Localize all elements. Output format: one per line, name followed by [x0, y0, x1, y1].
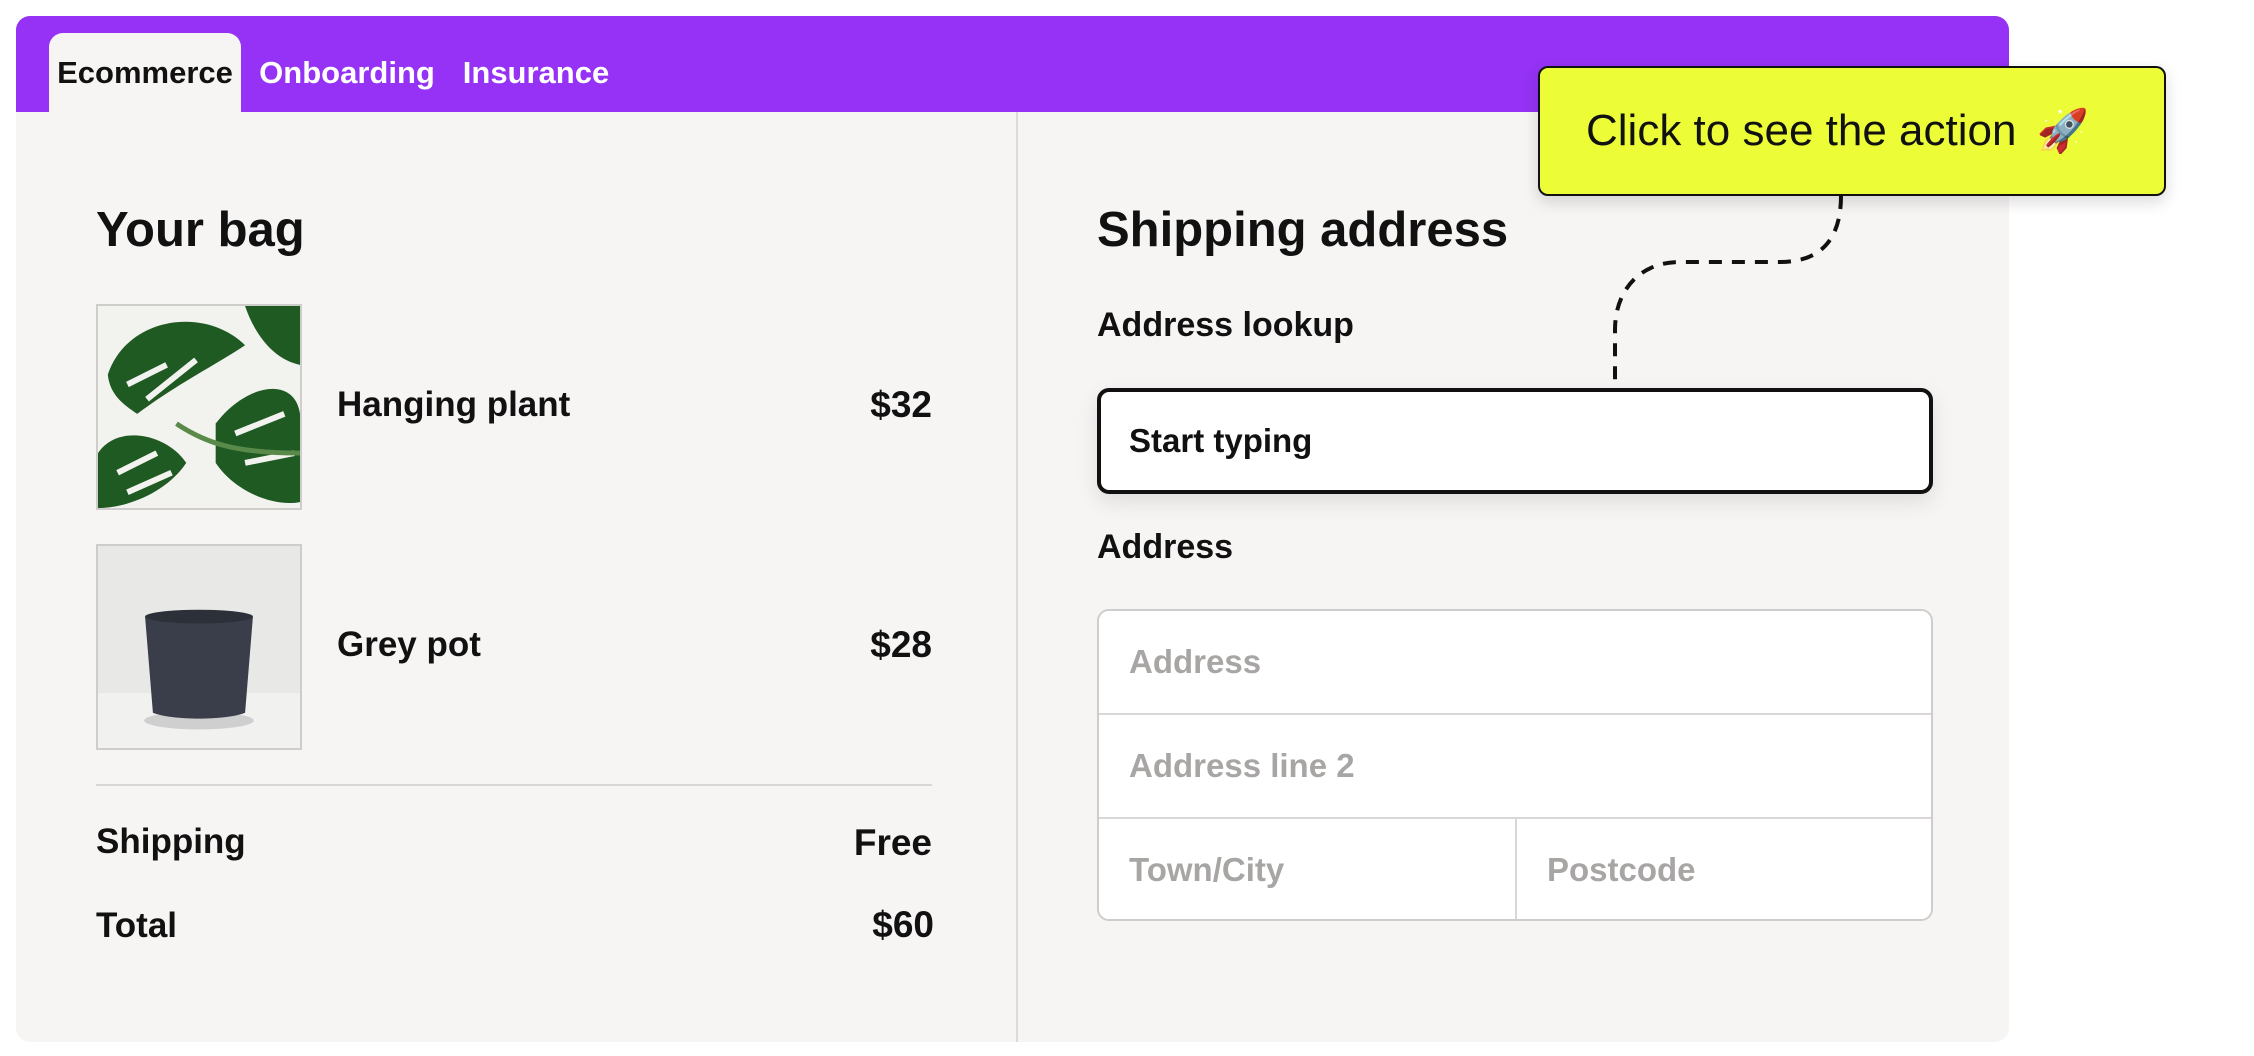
- pot-icon: [98, 546, 300, 748]
- bag-item-name: Hanging plant: [337, 385, 571, 424]
- rocket-icon: 🚀: [2036, 106, 2089, 154]
- see-action-callout[interactable]: Click to see the action 🚀: [1538, 66, 2166, 196]
- tab-onboarding[interactable]: Onboarding: [259, 33, 435, 112]
- tab-ecommerce[interactable]: Ecommerce: [49, 33, 241, 112]
- total-label: Total: [96, 906, 178, 945]
- plant-leaves-icon: [98, 306, 300, 508]
- monstera-plant-image: [96, 304, 302, 510]
- address-line-2-input[interactable]: [1099, 715, 1931, 817]
- tab-insurance[interactable]: Insurance: [454, 33, 618, 112]
- bag-divider: [96, 784, 932, 786]
- bag-item-name: Grey pot: [337, 625, 481, 664]
- address-label: Address: [1097, 528, 1234, 566]
- total-value: $60: [872, 904, 934, 945]
- shipping-title: Shipping address: [1097, 203, 1509, 257]
- shipping-label: Shipping: [96, 822, 246, 861]
- bag-title: Your bag: [96, 203, 305, 257]
- address-form: [1097, 609, 1933, 921]
- address-input[interactable]: [1099, 611, 1931, 713]
- bag-item-price: $28: [870, 624, 932, 665]
- postcode-input[interactable]: [1517, 819, 1931, 919]
- address-lookup-label: Address lookup: [1097, 306, 1354, 344]
- grey-pot-image: [96, 544, 302, 750]
- bag-item-price: $32: [870, 384, 932, 425]
- shipping-value: Free: [853, 822, 932, 863]
- callout-text: Click to see the action: [1586, 106, 2017, 155]
- panel-divider: [1016, 112, 1018, 1042]
- address-lookup-input[interactable]: [1097, 388, 1933, 494]
- town-city-input[interactable]: [1099, 819, 1515, 919]
